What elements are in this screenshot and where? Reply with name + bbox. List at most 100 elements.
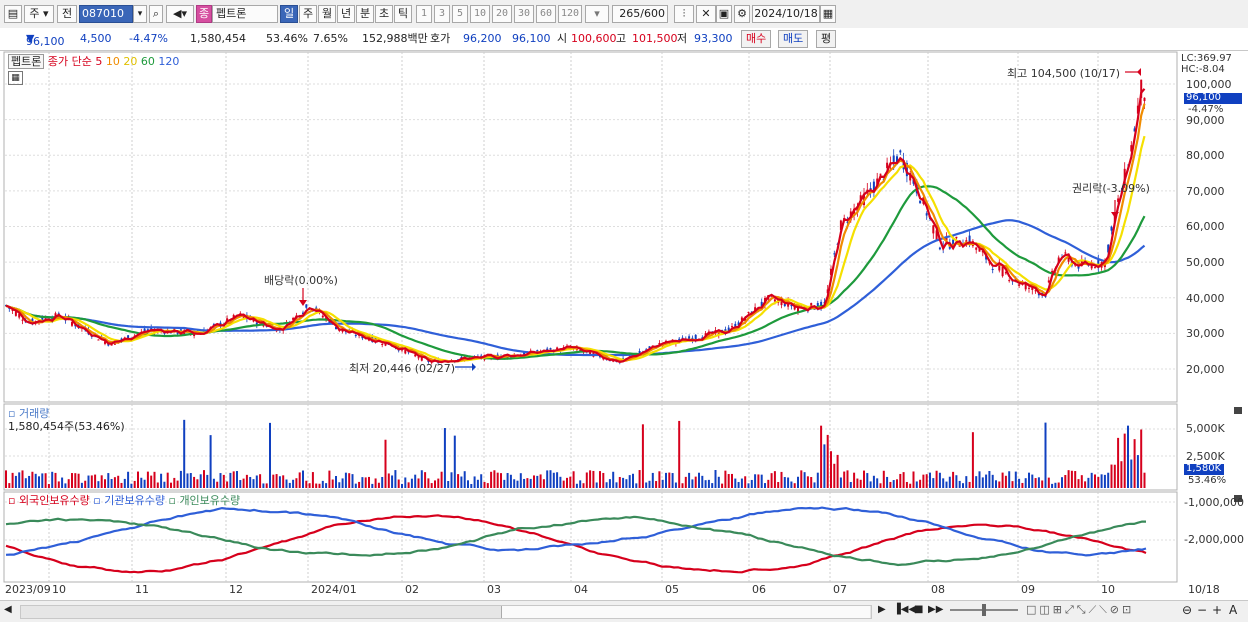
foreign-legend: ▫ 외국인보유수량 bbox=[8, 494, 90, 507]
period-month-button[interactable]: 월 bbox=[318, 5, 336, 23]
volume-bar bbox=[146, 471, 149, 488]
zoom-out-icon[interactable]: ⊖ bbox=[1182, 603, 1192, 617]
code-dropdown-icon[interactable]: ▾ bbox=[133, 5, 147, 23]
volume-bar bbox=[282, 475, 285, 488]
volume-bar bbox=[176, 480, 179, 488]
scroll-track[interactable] bbox=[20, 605, 872, 619]
candle-body bbox=[1008, 280, 1011, 282]
interval-button[interactable]: 5 bbox=[452, 5, 468, 23]
volume-bar bbox=[269, 422, 271, 488]
volume-bar bbox=[255, 475, 258, 488]
volume-bar bbox=[387, 473, 390, 488]
drawing-tools-icons[interactable]: □◫⊞⤢⤡⟋⟍⊘⊡ bbox=[1026, 603, 1134, 617]
ma5-line bbox=[5, 88, 1146, 364]
volume-bar bbox=[443, 428, 446, 488]
candle-icon[interactable]: ⫶ bbox=[674, 5, 694, 23]
volume-bar bbox=[71, 473, 73, 488]
interval-button[interactable]: 20 bbox=[492, 5, 512, 23]
volume-bar bbox=[67, 479, 70, 488]
volume-bar bbox=[595, 482, 598, 488]
volume-bar bbox=[440, 471, 443, 488]
date-field[interactable]: 2024/10/18 bbox=[752, 5, 820, 23]
x-axis-label: 06 bbox=[752, 583, 766, 596]
period-year-button[interactable]: 년 bbox=[337, 5, 355, 23]
volume-bar bbox=[84, 480, 87, 488]
minus-icon[interactable]: − bbox=[1197, 603, 1207, 617]
volume-bar bbox=[998, 481, 1001, 488]
volume-bar bbox=[958, 480, 961, 488]
period-select-value: 주 bbox=[29, 7, 40, 20]
high-arrow-head bbox=[1137, 68, 1141, 76]
stock-legend-name[interactable]: 펩트론 bbox=[8, 54, 45, 69]
volume-bar bbox=[163, 481, 166, 488]
sell-button[interactable]: 매도 bbox=[778, 30, 809, 48]
jump-first-icon[interactable]: ▐◀◀ bbox=[893, 604, 916, 615]
volume-bar bbox=[988, 470, 991, 488]
eval-button[interactable]: 평 bbox=[816, 30, 837, 48]
volume-bar bbox=[579, 480, 582, 488]
save-icon[interactable]: ▣ bbox=[716, 5, 732, 23]
stock-name-field[interactable]: 펩트론 bbox=[212, 5, 278, 23]
period-tick-button[interactable]: 틱 bbox=[394, 5, 412, 23]
volume-bar bbox=[467, 480, 469, 488]
volume-bar bbox=[262, 483, 265, 488]
buy-button[interactable]: 매수 bbox=[741, 30, 772, 48]
volume-bar bbox=[1100, 474, 1103, 488]
volume-bar bbox=[790, 481, 793, 488]
plus-icon[interactable]: + bbox=[1212, 603, 1222, 617]
text-tool-icon[interactable]: A bbox=[1229, 603, 1237, 617]
gear-icon[interactable]: ⚙ bbox=[734, 5, 750, 23]
volume-bar bbox=[589, 470, 592, 488]
speaker-icon[interactable]: ◀▾ bbox=[166, 5, 194, 23]
volume-bar bbox=[1044, 422, 1047, 488]
interval-button[interactable]: 10 bbox=[470, 5, 490, 23]
interval-button[interactable]: 120 bbox=[558, 5, 582, 23]
calculator-icon[interactable]: ▦ bbox=[8, 71, 23, 85]
scroll-left-icon[interactable]: ◀ bbox=[4, 604, 12, 615]
volume-bar bbox=[285, 479, 288, 488]
count-field[interactable]: 265/600 bbox=[612, 5, 668, 23]
current-change-label: -4.47% bbox=[1188, 104, 1224, 115]
volume-bar bbox=[463, 471, 466, 488]
volume-bar bbox=[404, 477, 407, 488]
chart-svg bbox=[3, 51, 1242, 583]
volume-bar bbox=[203, 470, 205, 488]
search-icon[interactable]: ⌕ bbox=[149, 5, 163, 23]
cross-icon[interactable]: ✕ bbox=[696, 5, 716, 23]
stop-icon[interactable]: ■ bbox=[914, 604, 923, 615]
candle-body bbox=[899, 150, 902, 153]
prev-button[interactable]: 전 bbox=[57, 5, 77, 23]
chart-menu-icon[interactable]: ▤ bbox=[4, 5, 22, 23]
period-minute-button[interactable]: 분 bbox=[356, 5, 374, 23]
interval-button[interactable]: 1 bbox=[416, 5, 432, 23]
volume-bar bbox=[28, 475, 31, 488]
calendar-icon[interactable]: ▦ bbox=[820, 5, 836, 23]
period-day-button[interactable]: 일 bbox=[280, 5, 298, 23]
volume-tick: 2,500K bbox=[1186, 450, 1225, 463]
volume-bar bbox=[54, 472, 57, 488]
period-week-button[interactable]: 주 bbox=[299, 5, 317, 23]
volume-bar bbox=[975, 476, 978, 488]
candle-body bbox=[321, 315, 324, 318]
period-select[interactable]: 주 ▾ bbox=[24, 5, 54, 23]
volume-bar bbox=[1140, 429, 1143, 488]
volume-bar bbox=[876, 478, 879, 488]
volume-bar bbox=[74, 473, 77, 488]
interval-button[interactable]: 3 bbox=[434, 5, 450, 23]
period-second-button[interactable]: 초 bbox=[375, 5, 393, 23]
interval-dropdown[interactable]: ▾ bbox=[585, 5, 609, 23]
volume-bar bbox=[123, 478, 126, 488]
zoom-slider-handle[interactable] bbox=[982, 604, 986, 616]
volume-bar bbox=[1120, 461, 1123, 488]
stock-code-input[interactable]: 087010 bbox=[79, 5, 133, 23]
volume-bar bbox=[1037, 477, 1040, 488]
interval-button[interactable]: 30 bbox=[514, 5, 534, 23]
scroll-right-icon[interactable]: ▶ bbox=[878, 604, 886, 615]
price-value: 96,100 ▼ bbox=[26, 32, 65, 48]
jump-last-icon[interactable]: ▶▶ bbox=[928, 604, 943, 615]
interval-button[interactable]: 60 bbox=[536, 5, 556, 23]
volume-close-icon[interactable] bbox=[1234, 407, 1242, 414]
volume-bar bbox=[1070, 470, 1073, 488]
volume-bar bbox=[1041, 480, 1044, 488]
scroll-thumb[interactable] bbox=[501, 606, 870, 618]
